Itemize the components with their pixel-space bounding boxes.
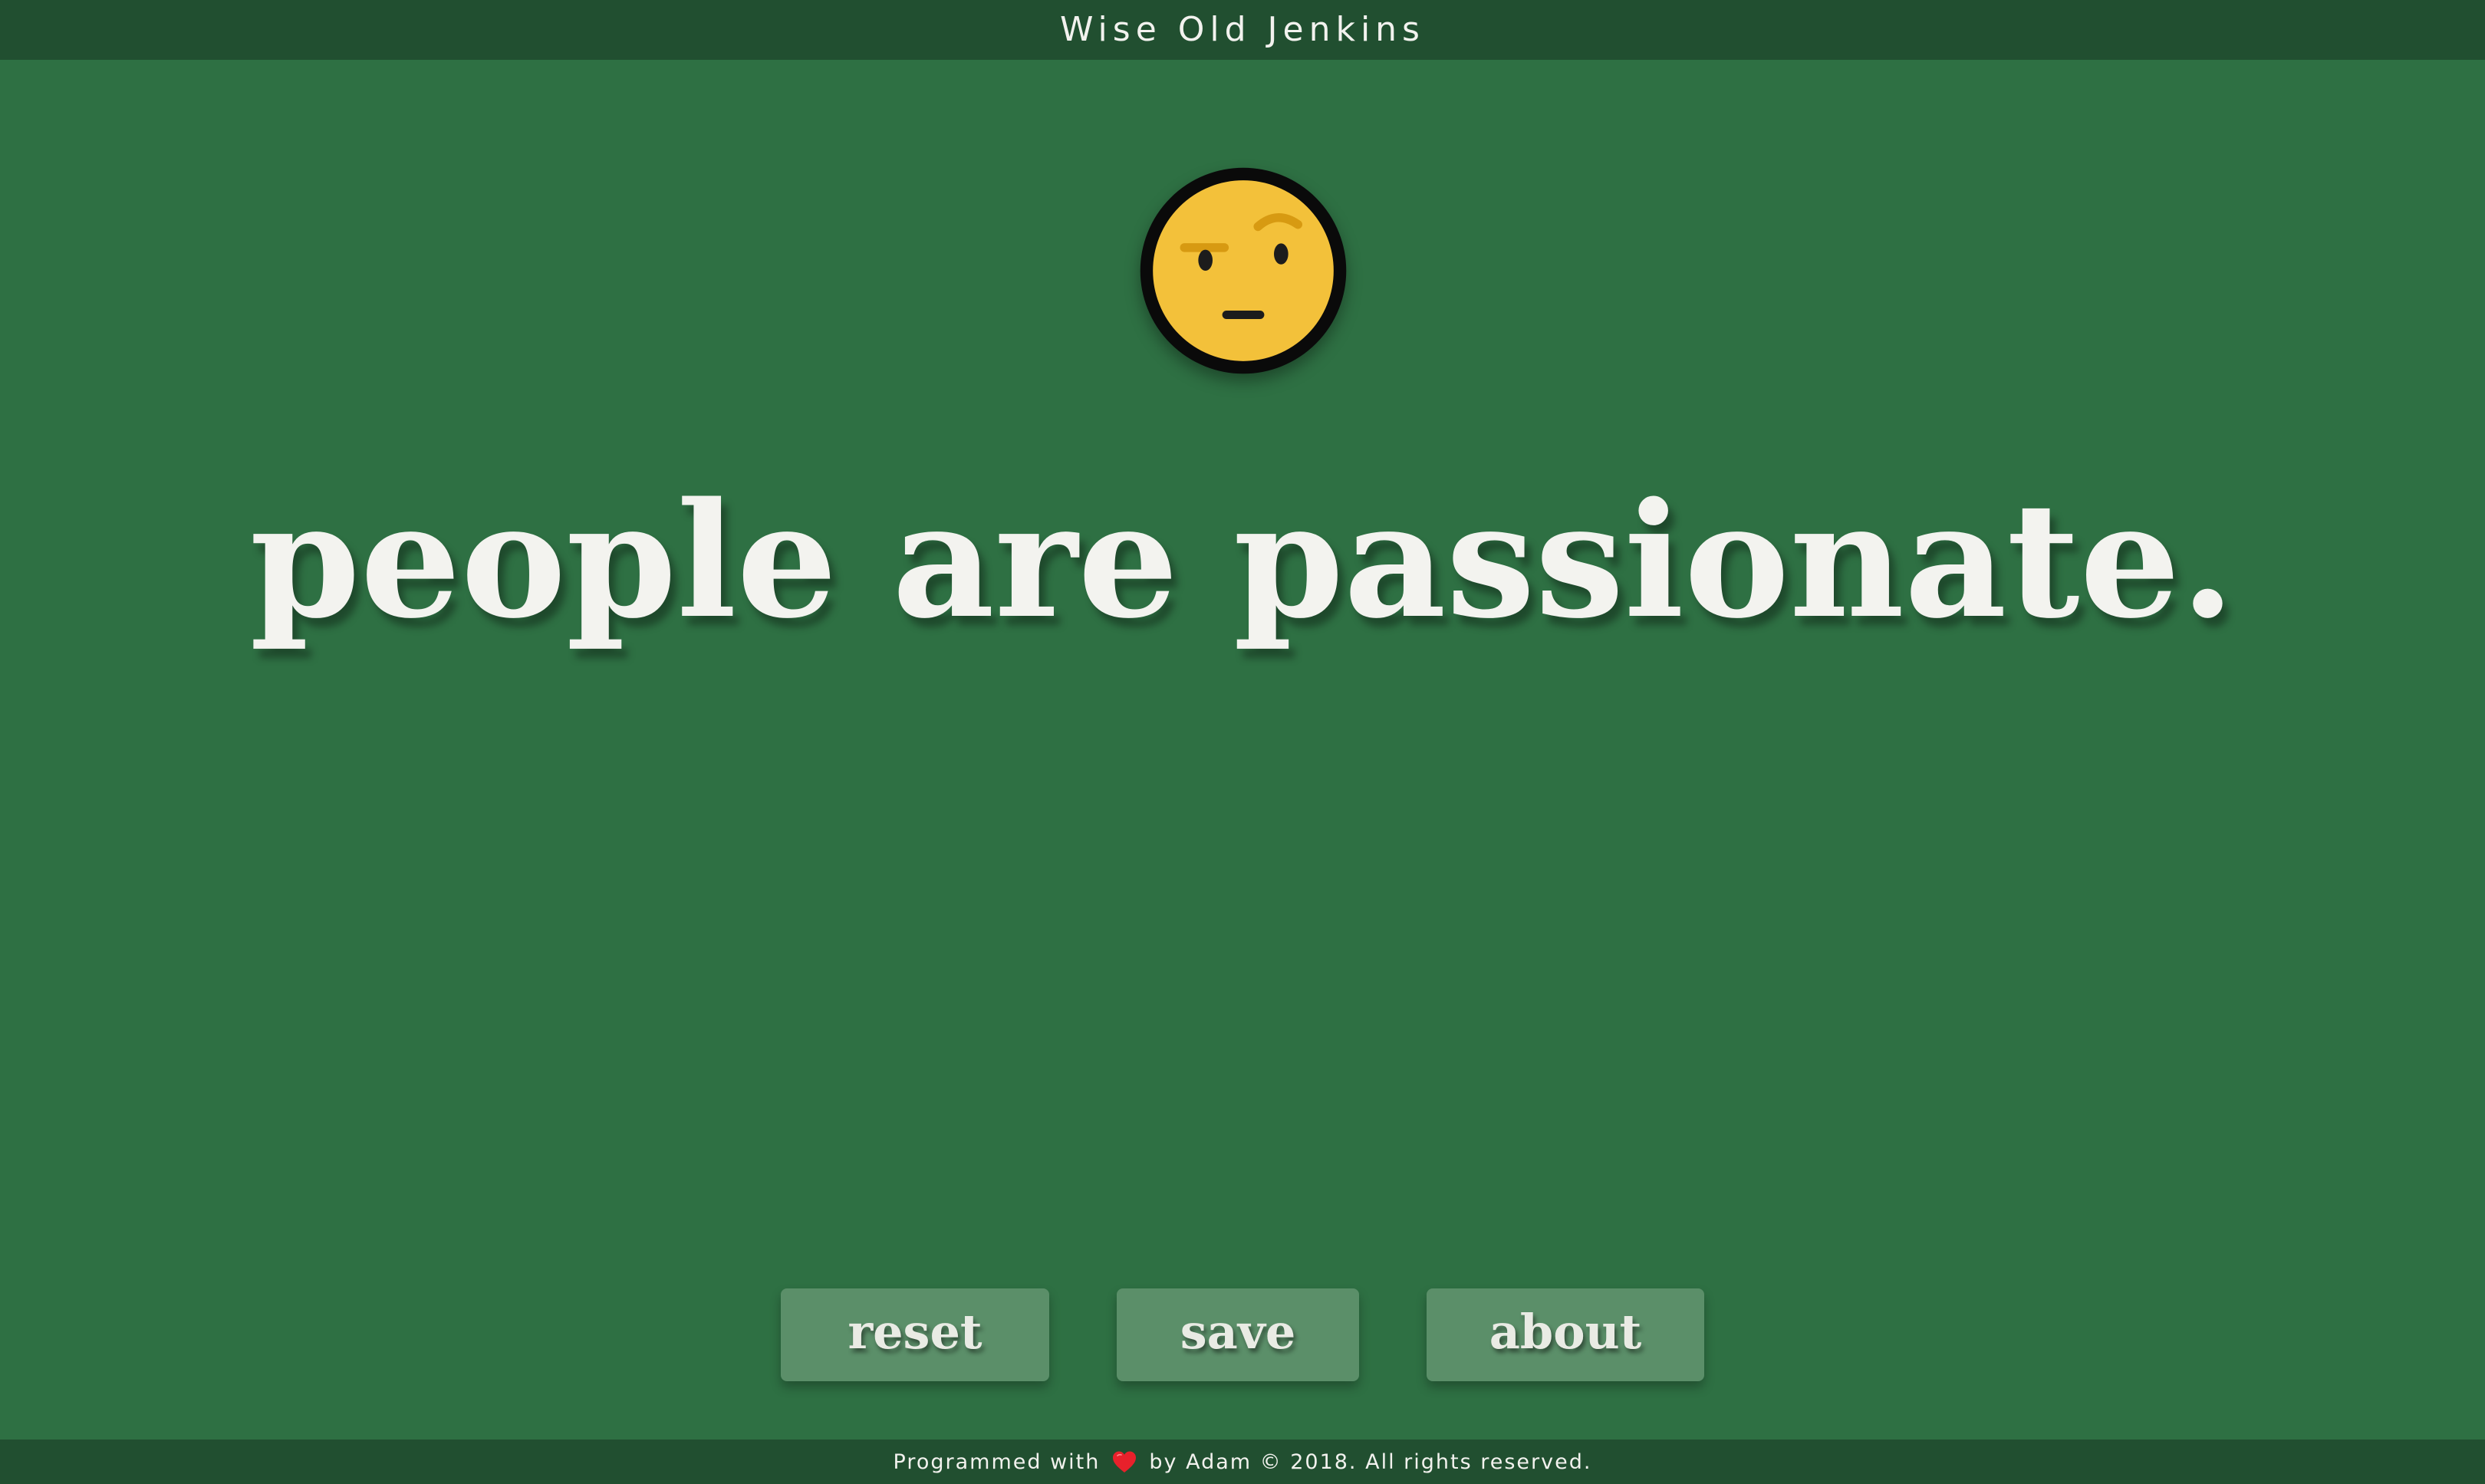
face-with-raised-eyebrow-icon xyxy=(1138,166,1348,376)
about-button[interactable]: about xyxy=(1427,1288,1704,1381)
app-title: Wise Old Jenkins xyxy=(1060,10,1425,49)
save-button[interactable]: save xyxy=(1117,1288,1359,1381)
reset-button[interactable]: reset xyxy=(781,1288,1049,1381)
wisdom-quote: people are passionate. xyxy=(249,468,2236,653)
footer-suffix: by Adam © 2018. All rights reserved. xyxy=(1149,1449,1592,1474)
footer-prefix: Programmed with xyxy=(893,1449,1101,1474)
top-bar: Wise Old Jenkins xyxy=(0,0,2485,60)
heart-icon xyxy=(1112,1450,1137,1473)
footer: Programmed with by Adam © 2018. All righ… xyxy=(0,1440,2485,1484)
